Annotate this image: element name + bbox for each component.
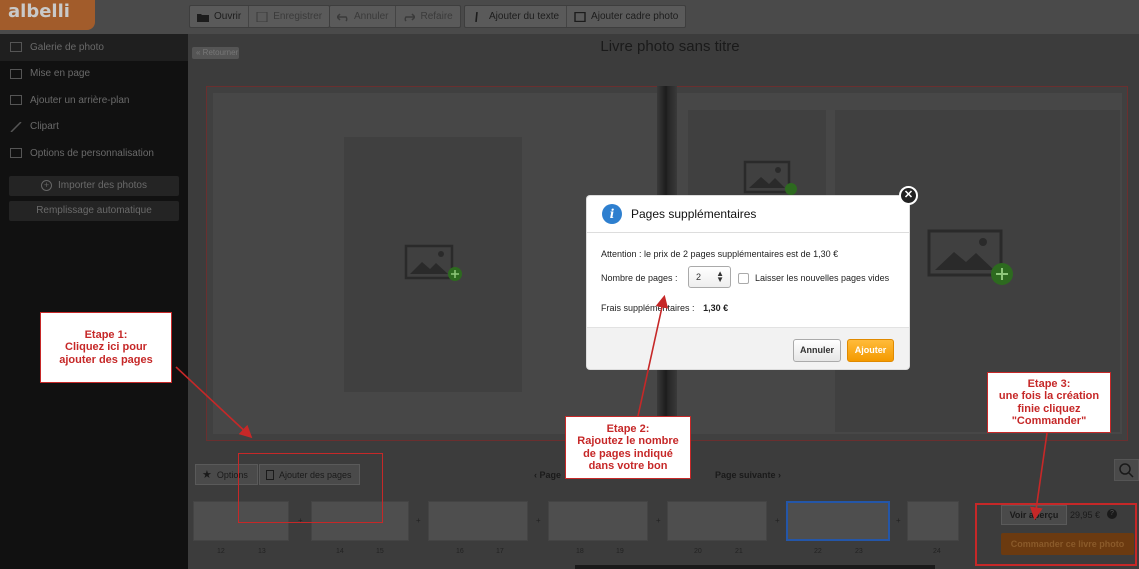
callout-line: "Commander" (1011, 415, 1087, 427)
callout-line: Rajoutez le nombre (577, 435, 679, 447)
callout-line: Etape 2: (606, 422, 650, 435)
callout-line: Cliquez ici pour (65, 341, 147, 354)
callout-line: finie cliquez (1017, 402, 1081, 415)
callout-step3: Etape 3: une fois la création finie cliq… (987, 372, 1111, 433)
callout-line: une fois la création (998, 390, 1100, 402)
arrow-step2 (637, 294, 669, 417)
callout-line: Etape 1: (84, 328, 128, 341)
callout-line: Etape 3: (1027, 377, 1071, 390)
arrow-step3 (1030, 432, 1048, 521)
callout-line: dans votre bon (588, 460, 668, 472)
annotation-arrows (175, 294, 1048, 521)
callout-step2: Etape 2: Rajoutez le nombre de pages ind… (565, 416, 691, 479)
callout-step1: Etape 1: Cliquez ici pour ajouter des pa… (40, 312, 172, 383)
callout-line: ajouter des pages (59, 353, 153, 366)
callout-line: de pages indiqué (583, 447, 673, 460)
arrow-step1 (175, 366, 253, 439)
